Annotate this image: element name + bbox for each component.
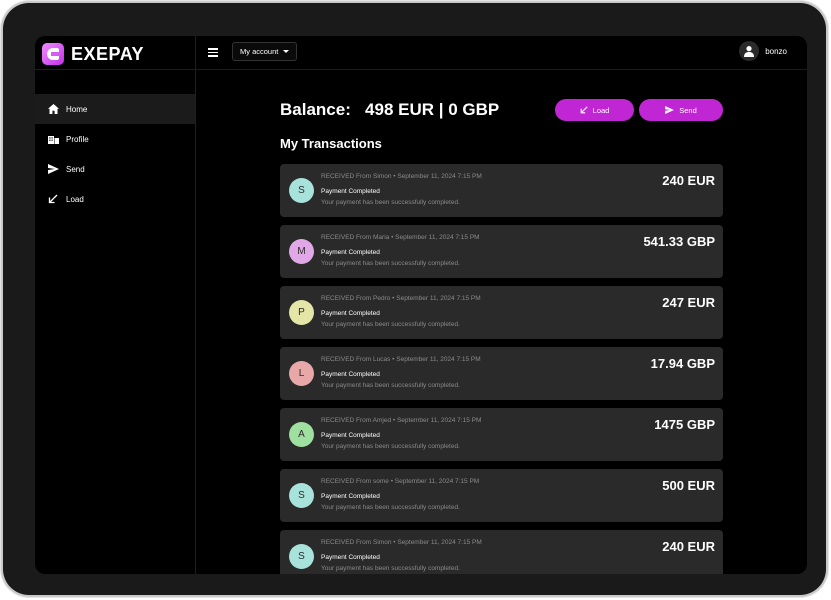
sender-avatar: S bbox=[289, 178, 314, 203]
sidebar-item-label: Profile bbox=[66, 134, 89, 144]
username: bonzo bbox=[765, 46, 787, 56]
transaction-status: Payment Completed bbox=[321, 432, 380, 439]
sender-avatar: P bbox=[289, 300, 314, 325]
header-divider bbox=[35, 69, 807, 70]
account-dropdown[interactable]: My account bbox=[232, 42, 297, 61]
transaction-card[interactable]: S RECEIVED From Simon • September 11, 20… bbox=[280, 530, 723, 574]
avatar bbox=[739, 41, 760, 61]
transaction-meta: RECEIVED From Pedro • September 11, 2024… bbox=[321, 295, 481, 302]
transaction-meta: RECEIVED From Amjed • September 11, 2024… bbox=[321, 417, 482, 424]
send-icon bbox=[665, 106, 675, 114]
balance-value: 498 EUR | 0 GBP bbox=[365, 100, 500, 119]
transaction-meta: RECEIVED From Lucas • September 11, 2024… bbox=[321, 356, 481, 363]
transaction-card[interactable]: S RECEIVED From Simon • September 11, 20… bbox=[280, 164, 723, 217]
sender-avatar: L bbox=[289, 361, 314, 386]
sidebar-item-send[interactable]: Send bbox=[35, 154, 195, 184]
transaction-card[interactable]: M RECEIVED From Maria • September 11, 20… bbox=[280, 225, 723, 278]
home-icon bbox=[47, 103, 59, 115]
transaction-status: Payment Completed bbox=[321, 493, 380, 500]
transactions-list: S RECEIVED From Simon • September 11, 20… bbox=[280, 164, 723, 574]
chevron-down-icon bbox=[283, 50, 290, 53]
transaction-amount: 17.94 GBP bbox=[650, 356, 715, 371]
transaction-amount: 240 EUR bbox=[662, 539, 715, 554]
transaction-meta: RECEIVED From Simon • September 11, 2024… bbox=[321, 539, 482, 546]
send-button-label: Send bbox=[679, 105, 697, 115]
transaction-card[interactable]: S RECEIVED From some • September 11, 202… bbox=[280, 469, 723, 522]
app-screen: EXEPAY Home Profile Send Load My account… bbox=[35, 36, 807, 574]
send-icon bbox=[47, 163, 59, 175]
transaction-description: Your payment has been successfully compl… bbox=[321, 504, 460, 511]
transaction-card[interactable]: A RECEIVED From Amjed • September 11, 20… bbox=[280, 408, 723, 461]
transaction-meta: RECEIVED From Simon • September 11, 2024… bbox=[321, 173, 482, 180]
sidebar-item-load[interactable]: Load bbox=[35, 184, 195, 214]
app-name: EXEPAY bbox=[71, 43, 145, 64]
transaction-status: Payment Completed bbox=[321, 249, 380, 256]
transaction-status: Payment Completed bbox=[321, 188, 380, 195]
transaction-description: Your payment has been successfully compl… bbox=[321, 382, 460, 389]
user-menu[interactable]: bonzo bbox=[739, 41, 787, 61]
sidebar-item-home[interactable]: Home bbox=[35, 94, 195, 124]
transaction-card[interactable]: L RECEIVED From Lucas • September 11, 20… bbox=[280, 347, 723, 400]
sender-avatar: S bbox=[289, 544, 314, 569]
load-button-label: Load bbox=[592, 105, 610, 115]
sidebar-item-profile[interactable]: Profile bbox=[35, 124, 195, 154]
transaction-description: Your payment has been successfully compl… bbox=[321, 565, 460, 572]
transaction-meta: RECEIVED From some • September 11, 2024 … bbox=[321, 478, 480, 485]
app-logo[interactable]: EXEPAY bbox=[42, 42, 144, 66]
account-dropdown-label: My account bbox=[240, 47, 279, 56]
sidebar: EXEPAY Home Profile Send Load bbox=[35, 36, 196, 574]
transaction-status: Payment Completed bbox=[321, 371, 380, 378]
sender-avatar: M bbox=[289, 239, 314, 264]
sender-avatar: A bbox=[289, 422, 314, 447]
load-button[interactable]: Load bbox=[555, 99, 634, 121]
transaction-amount: 247 EUR bbox=[662, 295, 715, 310]
transaction-description: Your payment has been successfully compl… bbox=[321, 443, 460, 450]
sidebar-nav: Home Profile Send Load bbox=[35, 94, 195, 214]
profile-icon bbox=[47, 133, 59, 145]
transactions-title: My Transactions bbox=[280, 136, 382, 151]
transaction-amount: 240 EUR bbox=[662, 173, 715, 188]
load-icon bbox=[580, 106, 588, 114]
sender-avatar: S bbox=[289, 483, 314, 508]
user-icon bbox=[744, 46, 755, 57]
transaction-status: Payment Completed bbox=[321, 310, 380, 317]
transaction-description: Your payment has been successfully compl… bbox=[321, 199, 460, 206]
tablet-frame: EXEPAY Home Profile Send Load My account… bbox=[3, 3, 826, 595]
balance-label: Balance: bbox=[280, 100, 351, 119]
transaction-amount: 541.33 GBP bbox=[643, 234, 715, 249]
transaction-status: Payment Completed bbox=[321, 554, 380, 561]
sidebar-item-label: Home bbox=[66, 104, 88, 114]
send-button[interactable]: Send bbox=[639, 99, 723, 121]
transaction-card[interactable]: P RECEIVED From Pedro • September 11, 20… bbox=[280, 286, 723, 339]
sidebar-item-label: Load bbox=[66, 194, 84, 204]
exepay-logo-icon bbox=[42, 43, 64, 65]
transaction-meta: RECEIVED From Maria • September 11, 2024… bbox=[321, 234, 480, 241]
transaction-amount: 1475 GBP bbox=[654, 417, 715, 432]
transaction-description: Your payment has been successfully compl… bbox=[321, 260, 460, 267]
sidebar-item-label: Send bbox=[66, 164, 85, 174]
transaction-amount: 500 EUR bbox=[662, 478, 715, 493]
load-icon bbox=[47, 193, 59, 205]
menu-toggle-icon[interactable] bbox=[208, 48, 218, 57]
transaction-description: Your payment has been successfully compl… bbox=[321, 321, 460, 328]
balance-heading: Balance: 498 EUR | 0 GBP bbox=[280, 100, 499, 120]
